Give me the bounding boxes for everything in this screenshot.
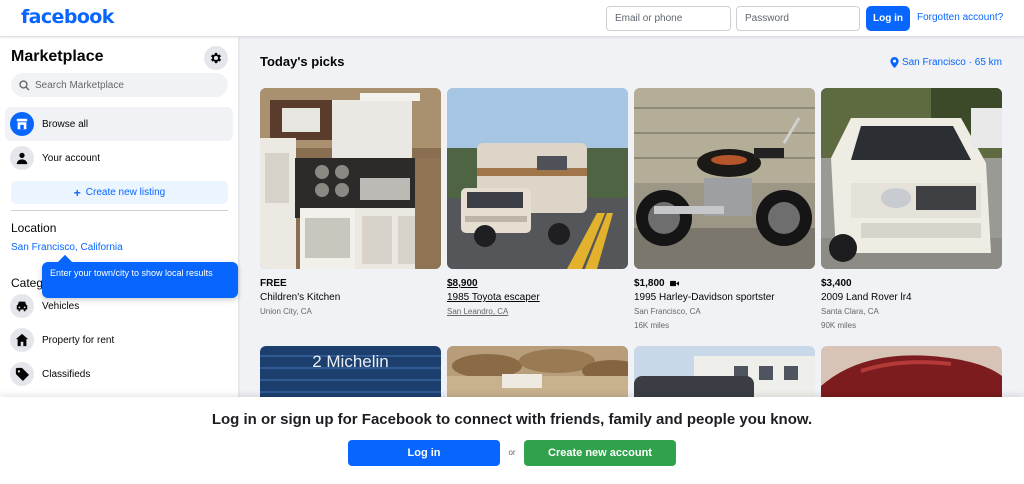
listing-mileage: 90K miles	[821, 321, 857, 330]
create-listing-button[interactable]: + Create new listing	[11, 181, 228, 204]
search-icon	[19, 79, 30, 90]
listing-card[interactable]: $3,400 2009 Land Rover lr4 Santa Clara, …	[821, 88, 1002, 330]
listing-location: Union City, CA	[260, 307, 312, 316]
video-icon	[669, 280, 679, 287]
listing-location: San Francisco, CA	[634, 307, 701, 316]
listing-location: Santa Clara, CA	[821, 307, 879, 316]
location-heading: Location	[11, 221, 57, 235]
listing-price: $1,800	[634, 278, 815, 289]
sidebar-item-label: Browse all	[42, 118, 89, 130]
listing-card[interactable]: $8,900 1985 Toyota escaper San Leandro, …	[447, 88, 628, 316]
listing-price: FREE	[260, 278, 287, 289]
top-bar: facebook Log in Forgotten account?	[0, 0, 1024, 37]
sidebar-title: Marketplace	[11, 48, 104, 65]
category-label: Property for rent	[42, 334, 115, 346]
listing-card[interactable]: FREE Children's Kitchen Union City, CA	[260, 88, 441, 316]
listing-title: 2009 Land Rover lr4	[821, 292, 912, 303]
car-icon	[10, 294, 34, 318]
listing-title: 1985 Toyota escaper	[447, 292, 540, 303]
listing-image[interactable]	[821, 88, 1002, 269]
plus-icon: +	[73, 185, 81, 200]
header-login-button[interactable]: Log in	[866, 6, 910, 31]
email-field[interactable]	[606, 6, 731, 31]
location-pin-icon	[890, 57, 899, 68]
listing-price: $8,900	[447, 278, 478, 289]
password-field[interactable]	[736, 6, 860, 31]
settings-button[interactable]	[204, 46, 228, 70]
signup-banner: Log in or sign up for Facebook to connec…	[0, 397, 1024, 484]
house-icon	[10, 328, 34, 352]
banner-login-button[interactable]: Log in	[348, 440, 500, 466]
listing-title: Children's Kitchen	[260, 292, 341, 303]
location-link[interactable]: San Francisco, California	[11, 242, 123, 253]
sidebar-item-browse-all[interactable]: Browse all	[5, 107, 233, 141]
category-label: Vehicles	[42, 300, 80, 312]
listing-card[interactable]: $1,800 1995 Harley-Davidson sportster Sa…	[634, 88, 815, 330]
listing-image[interactable]	[634, 88, 815, 269]
or-label: or	[508, 448, 516, 457]
person-icon	[10, 146, 34, 170]
listing-location: San Leandro, CA	[447, 307, 509, 316]
create-account-button[interactable]: Create new account	[524, 440, 676, 466]
listing-title: 1995 Harley-Davidson sportster	[634, 292, 775, 303]
category-property-for-rent[interactable]: Property for rent	[5, 325, 233, 355]
listing-mileage: 16K miles	[634, 321, 670, 330]
sidebar-item-your-account[interactable]: Your account	[5, 141, 233, 175]
forgot-account-link[interactable]: Forgotten account?	[917, 12, 1003, 23]
category-label: Classifieds	[42, 368, 91, 380]
listing-price: $3,400	[821, 278, 852, 289]
section-title: Today's picks	[260, 54, 345, 69]
location-tooltip: Enter your town/city to show local resul…	[42, 262, 238, 298]
sidebar-item-label: Your account	[42, 152, 101, 164]
category-classifieds[interactable]: Classifieds	[5, 359, 233, 389]
signup-message: Log in or sign up for Facebook to connec…	[211, 411, 813, 428]
divider	[11, 210, 228, 211]
facebook-logo[interactable]: facebook	[21, 6, 114, 28]
tire-ad-text: 2 Michelin	[312, 352, 389, 371]
search-input[interactable]	[35, 79, 215, 91]
search-bar[interactable]	[11, 73, 228, 97]
listing-image[interactable]	[260, 88, 441, 269]
location-filter-link[interactable]: San Francisco · 65 km	[890, 57, 1002, 68]
gear-icon	[210, 52, 222, 64]
location-filter-label: San Francisco · 65 km	[901, 57, 1002, 68]
listing-image[interactable]	[447, 88, 628, 269]
storefront-icon	[10, 112, 34, 136]
tag-icon	[10, 362, 34, 386]
create-listing-label: Create new listing	[85, 187, 166, 198]
